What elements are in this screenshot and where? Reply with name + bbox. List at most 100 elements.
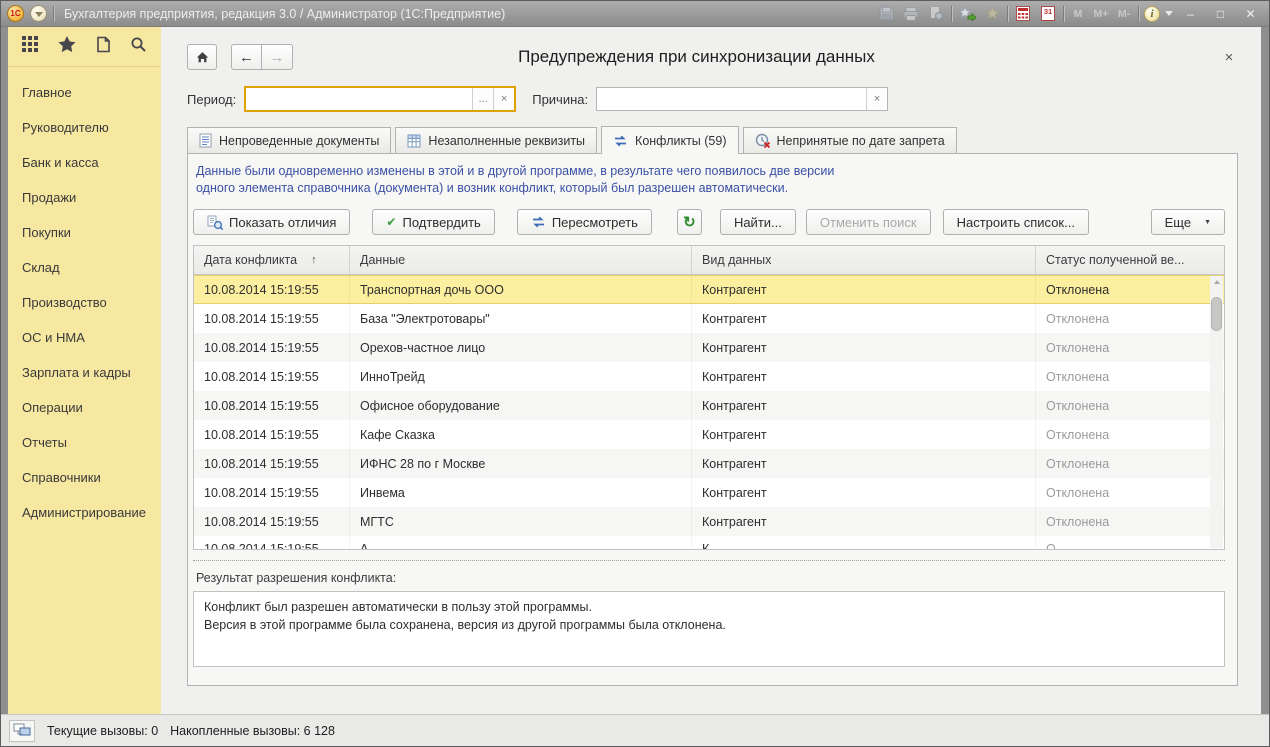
chevron-down-icon: ▼ xyxy=(1204,219,1211,226)
result-line-1: Конфликт был разрешен автоматически в по… xyxy=(204,598,1214,616)
table-row-partial[interactable]: 10.08.2014 15:19:55 А... К... О... xyxy=(194,536,1224,549)
close-window-button[interactable]: ✕ xyxy=(1238,4,1263,23)
current-calls: Текущие вызовы: 0 xyxy=(47,724,158,738)
confirm-button[interactable]: ✔ Подтвердить xyxy=(372,209,494,235)
scroll-up-icon[interactable] xyxy=(1214,280,1220,284)
cell-date: 10.08.2014 15:19:55 xyxy=(194,420,350,449)
sidebar-item-os-i-nma[interactable]: ОС и НМА xyxy=(8,320,161,355)
column-header-date[interactable]: Дата конфликта ↑ xyxy=(194,246,350,274)
home-button[interactable] xyxy=(187,44,217,70)
cell-data: Орехов-частное лицо xyxy=(350,333,692,362)
history-icon[interactable] xyxy=(95,36,111,58)
cell-kind: Контрагент xyxy=(692,362,1036,391)
search-icon[interactable] xyxy=(130,36,147,58)
content-area: ← → Предупреждения при синхронизации дан… xyxy=(161,27,1261,714)
back-button[interactable]: ← xyxy=(231,44,262,70)
tab-conflicts[interactable]: Конфликты (59) xyxy=(601,126,738,154)
table-row[interactable]: 10.08.2014 15:19:55 ИнноТрейд Контрагент… xyxy=(194,362,1224,391)
reason-clear-button[interactable]: × xyxy=(866,88,887,110)
cell-kind: Контрагент xyxy=(692,449,1036,478)
add-favorite-icon[interactable] xyxy=(957,5,977,23)
sidebar-item-sklad[interactable]: Склад xyxy=(8,250,161,285)
maximize-button[interactable]: □ xyxy=(1208,4,1233,23)
splitter[interactable] xyxy=(193,560,1225,561)
scrollbar-thumb[interactable] xyxy=(1211,297,1222,331)
close-form-button[interactable]: × xyxy=(1220,49,1238,66)
info-line-2: одного элемента справочника (документа) … xyxy=(196,180,1225,197)
column-header-kind[interactable]: Вид данных xyxy=(692,246,1036,274)
page-header: ← → Предупреждения при синхронизации дан… xyxy=(187,42,1238,72)
cell-data: А... xyxy=(350,536,692,549)
minimize-button[interactable]: – xyxy=(1178,4,1203,23)
sidebar-item-pokupki[interactable]: Покупки xyxy=(8,215,161,250)
info-line-1: Данные были одновременно изменены в этой… xyxy=(196,163,1225,180)
result-label: Результат разрешения конфликта: xyxy=(193,571,1225,585)
review-button[interactable]: Пересмотреть xyxy=(517,209,652,235)
favorites-star-icon[interactable] xyxy=(58,36,76,58)
sidebar-item-spravochniki[interactable]: Справочники xyxy=(8,460,161,495)
column-label: Данные xyxy=(360,253,405,267)
column-header-data[interactable]: Данные xyxy=(350,246,692,274)
favorites-icon xyxy=(982,5,1002,23)
info-dropdown-icon[interactable] xyxy=(1165,11,1173,16)
reason-input[interactable] xyxy=(597,88,866,110)
cell-kind: Контрагент xyxy=(692,391,1036,420)
cell-status: О... xyxy=(1036,536,1224,549)
sidebar-item-proizvodstvo[interactable]: Производство xyxy=(8,285,161,320)
cell-status: Отклонена xyxy=(1036,391,1224,420)
accumulated-calls-label: Накопленные вызовы: xyxy=(170,724,300,738)
configure-list-button[interactable]: Настроить список... xyxy=(943,209,1089,235)
sidebar-item-otchety[interactable]: Отчеты xyxy=(8,425,161,460)
table-header: Дата конфликта ↑ Данные Вид данных Стату… xyxy=(194,246,1224,275)
table-row[interactable]: 10.08.2014 15:19:55 Орехов-частное лицо … xyxy=(194,333,1224,362)
button-label: Пересмотреть xyxy=(552,215,638,230)
sidebar-item-rukovoditelyu[interactable]: Руководителю xyxy=(8,110,161,145)
table-row[interactable]: 10.08.2014 15:19:55 Офисное оборудование… xyxy=(194,391,1224,420)
system-menu-button[interactable] xyxy=(30,5,47,22)
tab-rejected-by-date[interactable]: Непринятые по дате запрета xyxy=(743,127,957,153)
column-label: Вид данных xyxy=(702,253,771,267)
tab-unfilled-attributes[interactable]: Незаполненные реквизиты xyxy=(395,127,597,153)
find-button[interactable]: Найти... xyxy=(720,209,796,235)
table-row[interactable]: 10.08.2014 15:19:55 ИФНС 28 по г Москве … xyxy=(194,449,1224,478)
sidebar-item-zarplata[interactable]: Зарплата и кадры xyxy=(8,355,161,390)
refresh-button[interactable]: ↻ xyxy=(677,209,702,235)
sidebar-item-operacii[interactable]: Операции xyxy=(8,390,161,425)
period-picker-button[interactable]: ... xyxy=(472,88,493,110)
column-label: Статус полученной ве... xyxy=(1046,253,1185,267)
table-row[interactable]: 10.08.2014 15:19:55 Кафе Сказка Контраге… xyxy=(194,420,1224,449)
table-row[interactable]: 10.08.2014 15:19:55 МГТС Контрагент Откл… xyxy=(194,507,1224,536)
sidebar-item-administrirovanie[interactable]: Администрирование xyxy=(8,495,161,530)
show-differences-button[interactable]: Показать отличия xyxy=(193,209,350,235)
cell-kind: Контрагент xyxy=(692,478,1036,507)
column-header-status[interactable]: Статус полученной ве... xyxy=(1036,246,1224,274)
period-input[interactable] xyxy=(246,88,472,110)
conflicts-tab-panel: Данные были одновременно изменены в этой… xyxy=(187,153,1238,686)
sort-ascending-icon: ↑ xyxy=(311,254,317,266)
cell-kind: Контрагент xyxy=(692,276,1036,303)
calendar-icon[interactable]: 31 xyxy=(1038,5,1058,23)
more-button[interactable]: Еще ▼ xyxy=(1151,209,1225,235)
sidebar-item-bank-i-kassa[interactable]: Банк и касса xyxy=(8,145,161,180)
result-text-box[interactable]: Конфликт был разрешен автоматически в по… xyxy=(193,591,1225,667)
tab-bar: Непроведенные документы Незаполненные ре… xyxy=(187,126,1238,153)
tab-label: Непринятые по дате запрета xyxy=(777,134,945,148)
table-row[interactable]: 10.08.2014 15:19:55 База "Электротовары"… xyxy=(194,304,1224,333)
vertical-scrollbar[interactable] xyxy=(1210,276,1223,548)
document-icon xyxy=(199,133,212,148)
cell-status: Отклонена xyxy=(1036,276,1224,303)
sidebar-item-prodazhi[interactable]: Продажи xyxy=(8,180,161,215)
cell-date: 10.08.2014 15:19:55 xyxy=(194,391,350,420)
table-row[interactable]: 10.08.2014 15:19:55 Транспортная дочь ОО… xyxy=(194,275,1224,304)
cell-kind: Контрагент xyxy=(692,304,1036,333)
sidebar-item-glavnoe[interactable]: Главное xyxy=(8,75,161,110)
refresh-icon: ↻ xyxy=(683,215,696,230)
tab-unposted-documents[interactable]: Непроведенные документы xyxy=(187,127,391,153)
cell-data: ИнноТрейд xyxy=(350,362,692,391)
server-calls-icon[interactable] xyxy=(9,720,35,742)
calculator-icon[interactable] xyxy=(1013,5,1033,23)
menu-grid-icon[interactable] xyxy=(22,36,39,58)
info-icon[interactable]: i xyxy=(1144,6,1160,22)
table-row[interactable]: 10.08.2014 15:19:55 Инвема Контрагент От… xyxy=(194,478,1224,507)
period-clear-button[interactable]: × xyxy=(493,88,514,110)
